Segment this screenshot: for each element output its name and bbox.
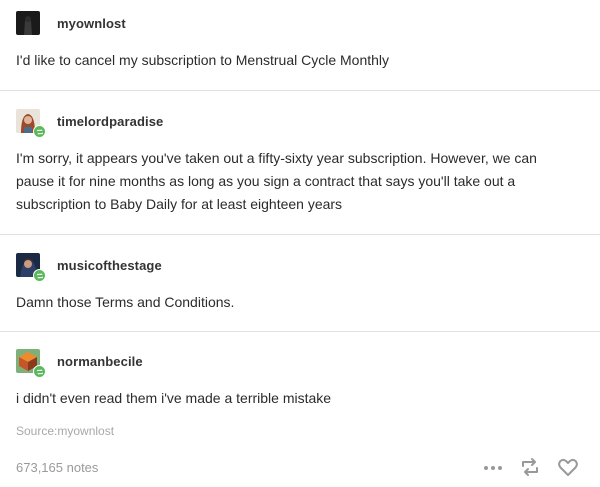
avatar[interactable] xyxy=(16,253,46,282)
username[interactable]: normanbecile xyxy=(57,354,143,369)
divider xyxy=(0,234,600,235)
reblog-badge-icon xyxy=(33,125,46,138)
reblog-badge-icon xyxy=(33,269,46,282)
more-options-button[interactable] xyxy=(482,455,504,479)
source-link[interactable]: Source:myownlost xyxy=(16,424,114,438)
post-header: myownlost xyxy=(16,11,126,35)
username[interactable]: timelordparadise xyxy=(57,114,163,129)
like-button[interactable] xyxy=(556,455,580,479)
ellipsis-icon xyxy=(484,466,502,470)
post-header: timelordparadise xyxy=(16,109,163,138)
avatar[interactable] xyxy=(16,109,46,138)
divider xyxy=(0,331,600,332)
reblog-icon xyxy=(522,458,538,476)
post-text: Damn those Terms and Conditions. xyxy=(16,294,235,310)
username[interactable]: musicofthestage xyxy=(57,258,162,273)
reblog-button[interactable] xyxy=(518,455,542,479)
heart-icon xyxy=(558,458,578,476)
post-header: musicofthestage xyxy=(16,253,162,282)
avatar[interactable] xyxy=(16,11,40,35)
avatar-image xyxy=(16,11,40,35)
post-text: i didn't even read them i've made a terr… xyxy=(16,390,332,406)
post-text: I'd like to cancel my subscription to Me… xyxy=(16,52,390,68)
post-header: normanbecile xyxy=(16,349,143,378)
avatar[interactable] xyxy=(16,349,46,378)
post-text: I'm sorry, it appears you've taken out a… xyxy=(16,150,537,212)
username[interactable]: myownlost xyxy=(57,16,126,31)
reblog-badge-icon xyxy=(33,365,46,378)
divider xyxy=(0,90,600,91)
notes-count[interactable]: 673,165 notes xyxy=(16,460,98,475)
post-actions xyxy=(482,455,580,479)
